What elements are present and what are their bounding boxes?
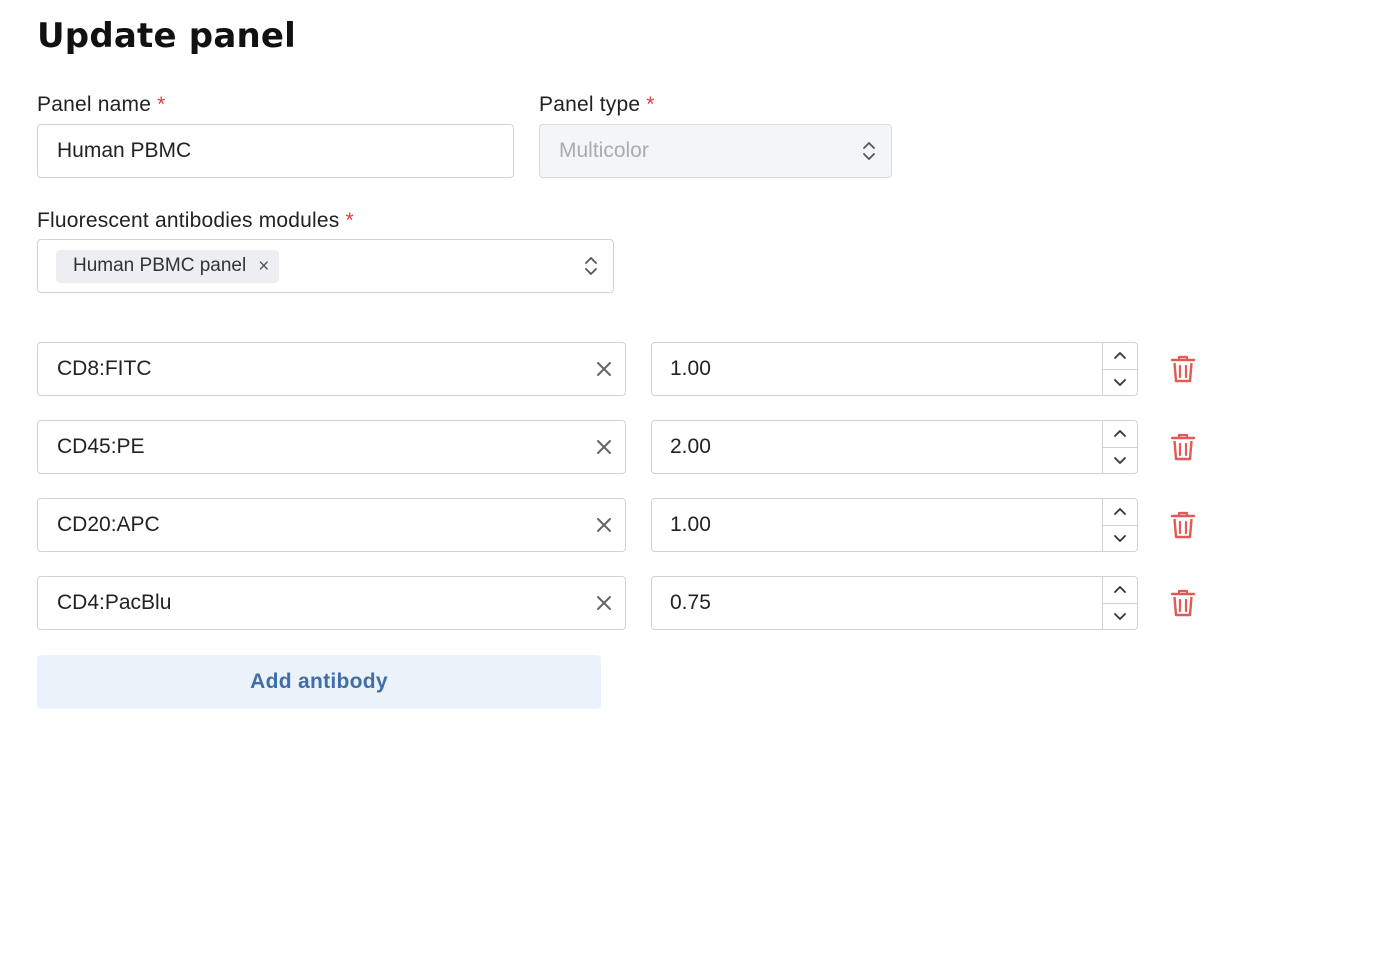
chevron-up-icon — [1114, 430, 1126, 438]
trash-icon[interactable] — [1170, 433, 1196, 461]
chevron-down-icon — [1114, 612, 1126, 620]
chevron-up-icon — [1114, 586, 1126, 594]
panel-type-value: Multicolor — [559, 139, 649, 162]
required-asterisk: * — [345, 209, 354, 232]
antibody-amount-input[interactable]: 1.00 — [651, 498, 1138, 552]
antibody-name-input[interactable]: CD20:APC — [37, 498, 626, 552]
antibody-amount-value: 1.00 — [670, 513, 711, 536]
amount-stepper — [1102, 343, 1137, 395]
close-icon[interactable] — [595, 360, 613, 378]
panel-type-select: Multicolor — [539, 124, 892, 178]
chevron-down-icon — [1114, 378, 1126, 386]
increment-button[interactable] — [1103, 421, 1137, 448]
antibody-name-input[interactable]: CD8:FITC — [37, 342, 626, 396]
module-chip-label: Human PBMC panel — [73, 255, 247, 276]
antibody-name-value: CD20:APC — [57, 513, 160, 536]
panel-name-input[interactable]: Human PBMC — [37, 124, 514, 178]
antibody-name-input[interactable]: CD45:PE — [37, 420, 626, 474]
panel-name-label: Panel name * — [37, 93, 165, 117]
antibody-amount-input[interactable]: 1.00 — [651, 342, 1138, 396]
antibody-name-input[interactable]: CD4:PacBlu — [37, 576, 626, 630]
decrement-button[interactable] — [1103, 448, 1137, 474]
increment-button[interactable] — [1103, 343, 1137, 370]
updown-chevron-icon — [863, 142, 875, 160]
antibody-name-value: CD45:PE — [57, 435, 145, 458]
chevron-up-icon — [1114, 352, 1126, 360]
amount-stepper — [1102, 421, 1137, 473]
trash-icon[interactable] — [1170, 511, 1196, 539]
increment-button[interactable] — [1103, 577, 1137, 604]
modules-label: Fluorescent antibodies modules * — [37, 209, 354, 233]
trash-icon[interactable] — [1170, 589, 1196, 617]
trash-icon[interactable] — [1170, 355, 1196, 383]
chevron-down-icon — [1114, 456, 1126, 464]
panel-name-label-text: Panel name — [37, 93, 152, 116]
close-icon[interactable] — [595, 594, 613, 612]
close-icon[interactable] — [595, 516, 613, 534]
modules-multiselect[interactable]: Human PBMC panel × — [37, 239, 614, 293]
module-chip: Human PBMC panel × — [56, 249, 280, 283]
required-asterisk: * — [646, 93, 655, 116]
updown-chevron-icon[interactable] — [583, 254, 599, 278]
decrement-button[interactable] — [1103, 370, 1137, 396]
antibody-amount-value: 2.00 — [670, 435, 711, 458]
page-title: Update panel — [37, 16, 296, 56]
required-asterisk: * — [157, 93, 166, 116]
increment-button[interactable] — [1103, 499, 1137, 526]
chip-remove-icon[interactable]: × — [258, 257, 269, 276]
antibody-name-value: CD4:PacBlu — [57, 591, 172, 614]
antibody-amount-value: 0.75 — [670, 591, 711, 614]
modules-label-text: Fluorescent antibodies modules — [37, 209, 340, 232]
panel-name-value: Human PBMC — [57, 139, 192, 162]
antibody-amount-input[interactable]: 0.75 — [651, 576, 1138, 630]
update-panel-page: Update panel Panel name * Human PBMC Pane… — [0, 0, 1400, 959]
antibody-amount-input[interactable]: 2.00 — [651, 420, 1138, 474]
amount-stepper — [1102, 499, 1137, 551]
decrement-button[interactable] — [1103, 526, 1137, 552]
add-antibody-button[interactable]: Add antibody — [37, 655, 601, 709]
chevron-up-icon — [1114, 508, 1126, 516]
antibody-amount-value: 1.00 — [670, 357, 711, 380]
panel-type-label: Panel type * — [539, 93, 655, 117]
panel-type-label-text: Panel type — [539, 93, 641, 116]
close-icon[interactable] — [595, 438, 613, 456]
chevron-down-icon — [1114, 534, 1126, 542]
decrement-button[interactable] — [1103, 604, 1137, 630]
amount-stepper — [1102, 577, 1137, 629]
antibody-name-value: CD8:FITC — [57, 357, 152, 380]
